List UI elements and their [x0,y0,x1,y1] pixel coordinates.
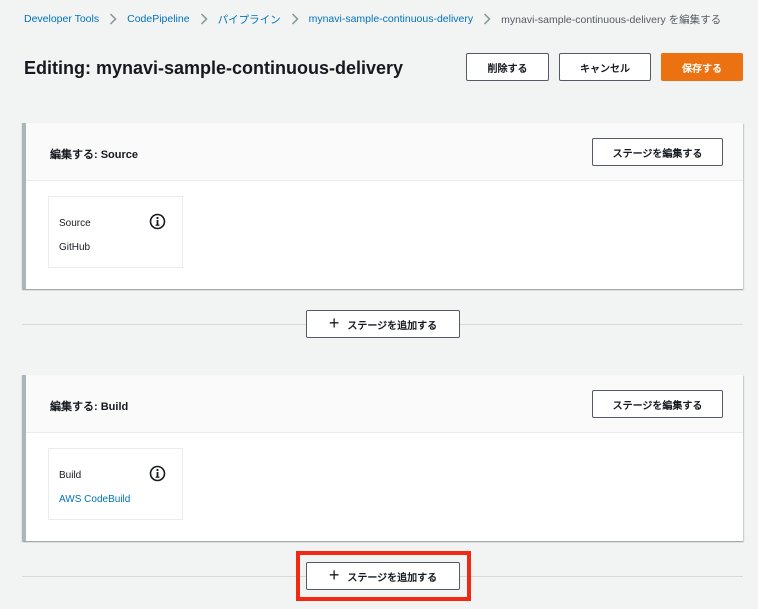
add-stage-label: ステージを追加する [347,572,438,584]
breadcrumb-pipeline-name[interactable]: mynavi-sample-continuous-delivery [309,13,474,25]
chevron-right-icon [99,13,127,25]
delete-button[interactable]: 削除する [466,53,549,81]
breadcrumb-codepipeline[interactable]: CodePipeline [127,13,189,25]
action-card-build[interactable]: Build AWS CodeBuild [48,448,183,520]
plus-icon: + [328,565,340,585]
chevron-right-icon [473,13,501,25]
info-icon[interactable] [149,213,166,230]
plus-icon: + [328,313,340,333]
edit-stage-button[interactable]: ステージを編集する [592,390,723,418]
action-provider-link[interactable]: AWS CodeBuild [59,494,130,505]
edit-stage-button[interactable]: ステージを編集する [592,138,723,166]
action-name: Source [59,218,91,229]
save-button[interactable]: 保存する [661,53,743,81]
breadcrumb-pipelines[interactable]: パイプライン [218,12,281,27]
add-stage-button-highlighted[interactable]: + ステージを追加する [306,562,460,590]
chevron-right-icon [190,13,218,25]
breadcrumb: Developer Tools CodePipeline パイプライン myna… [24,12,721,26]
stage-header: 編集する: Source ステージを編集する [26,123,743,181]
breadcrumb-developer-tools[interactable]: Developer Tools [24,13,99,25]
add-stage-label: ステージを追加する [347,320,438,332]
chevron-right-icon [281,13,309,25]
stage-body: Source GitHub [26,181,743,288]
action-card-source[interactable]: Source GitHub [48,196,183,268]
breadcrumb-current: mynavi-sample-continuous-delivery を編集する [501,13,722,26]
stage-source: 編集する: Source ステージを編集する Source GitHub [22,123,743,289]
stage-header: 編集する: Build ステージを編集する [26,375,743,433]
action-name: Build [59,470,82,481]
stage-build: 編集する: Build ステージを編集する Build AWS CodeBuil… [22,375,743,541]
stage-title: 編集する: Source [50,149,139,161]
stage-title: 編集する: Build [50,401,129,413]
cancel-button[interactable]: キャンセル [559,53,651,81]
stage-body: Build AWS CodeBuild [26,433,743,540]
add-stage-button[interactable]: + ステージを追加する [306,310,460,338]
page-title: Editing: mynavi-sample-continuous-delive… [24,58,404,78]
action-provider: GitHub [59,242,91,253]
info-icon[interactable] [149,465,166,482]
